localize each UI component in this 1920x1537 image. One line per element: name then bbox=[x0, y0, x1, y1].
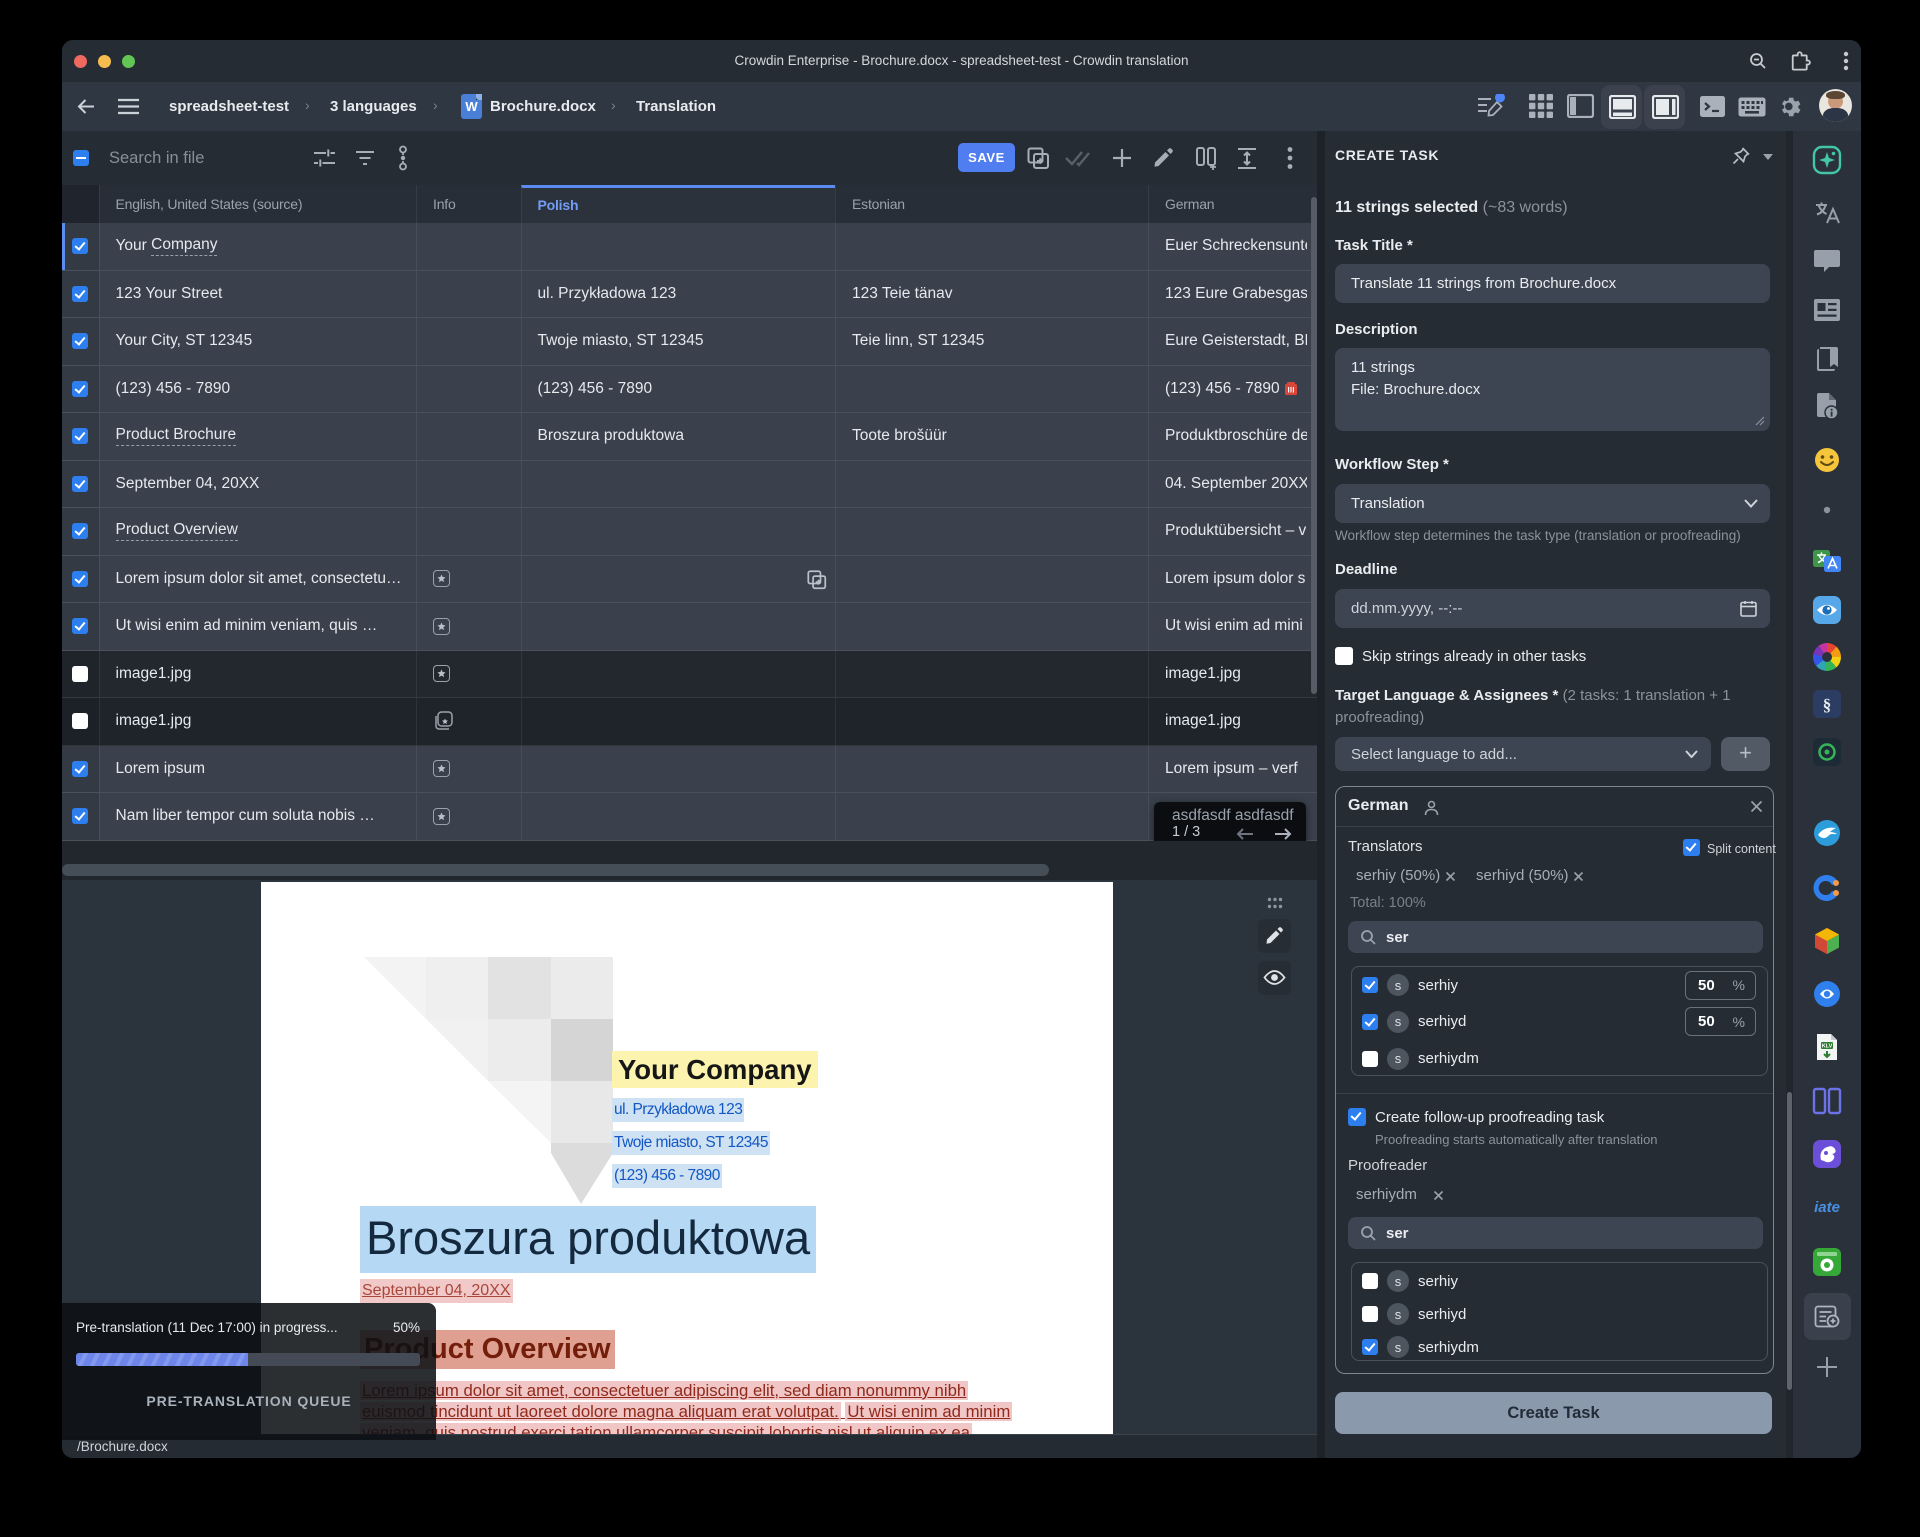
svg-text:§: § bbox=[1823, 696, 1832, 715]
svg-text:KLV: KLV bbox=[1822, 1044, 1833, 1050]
